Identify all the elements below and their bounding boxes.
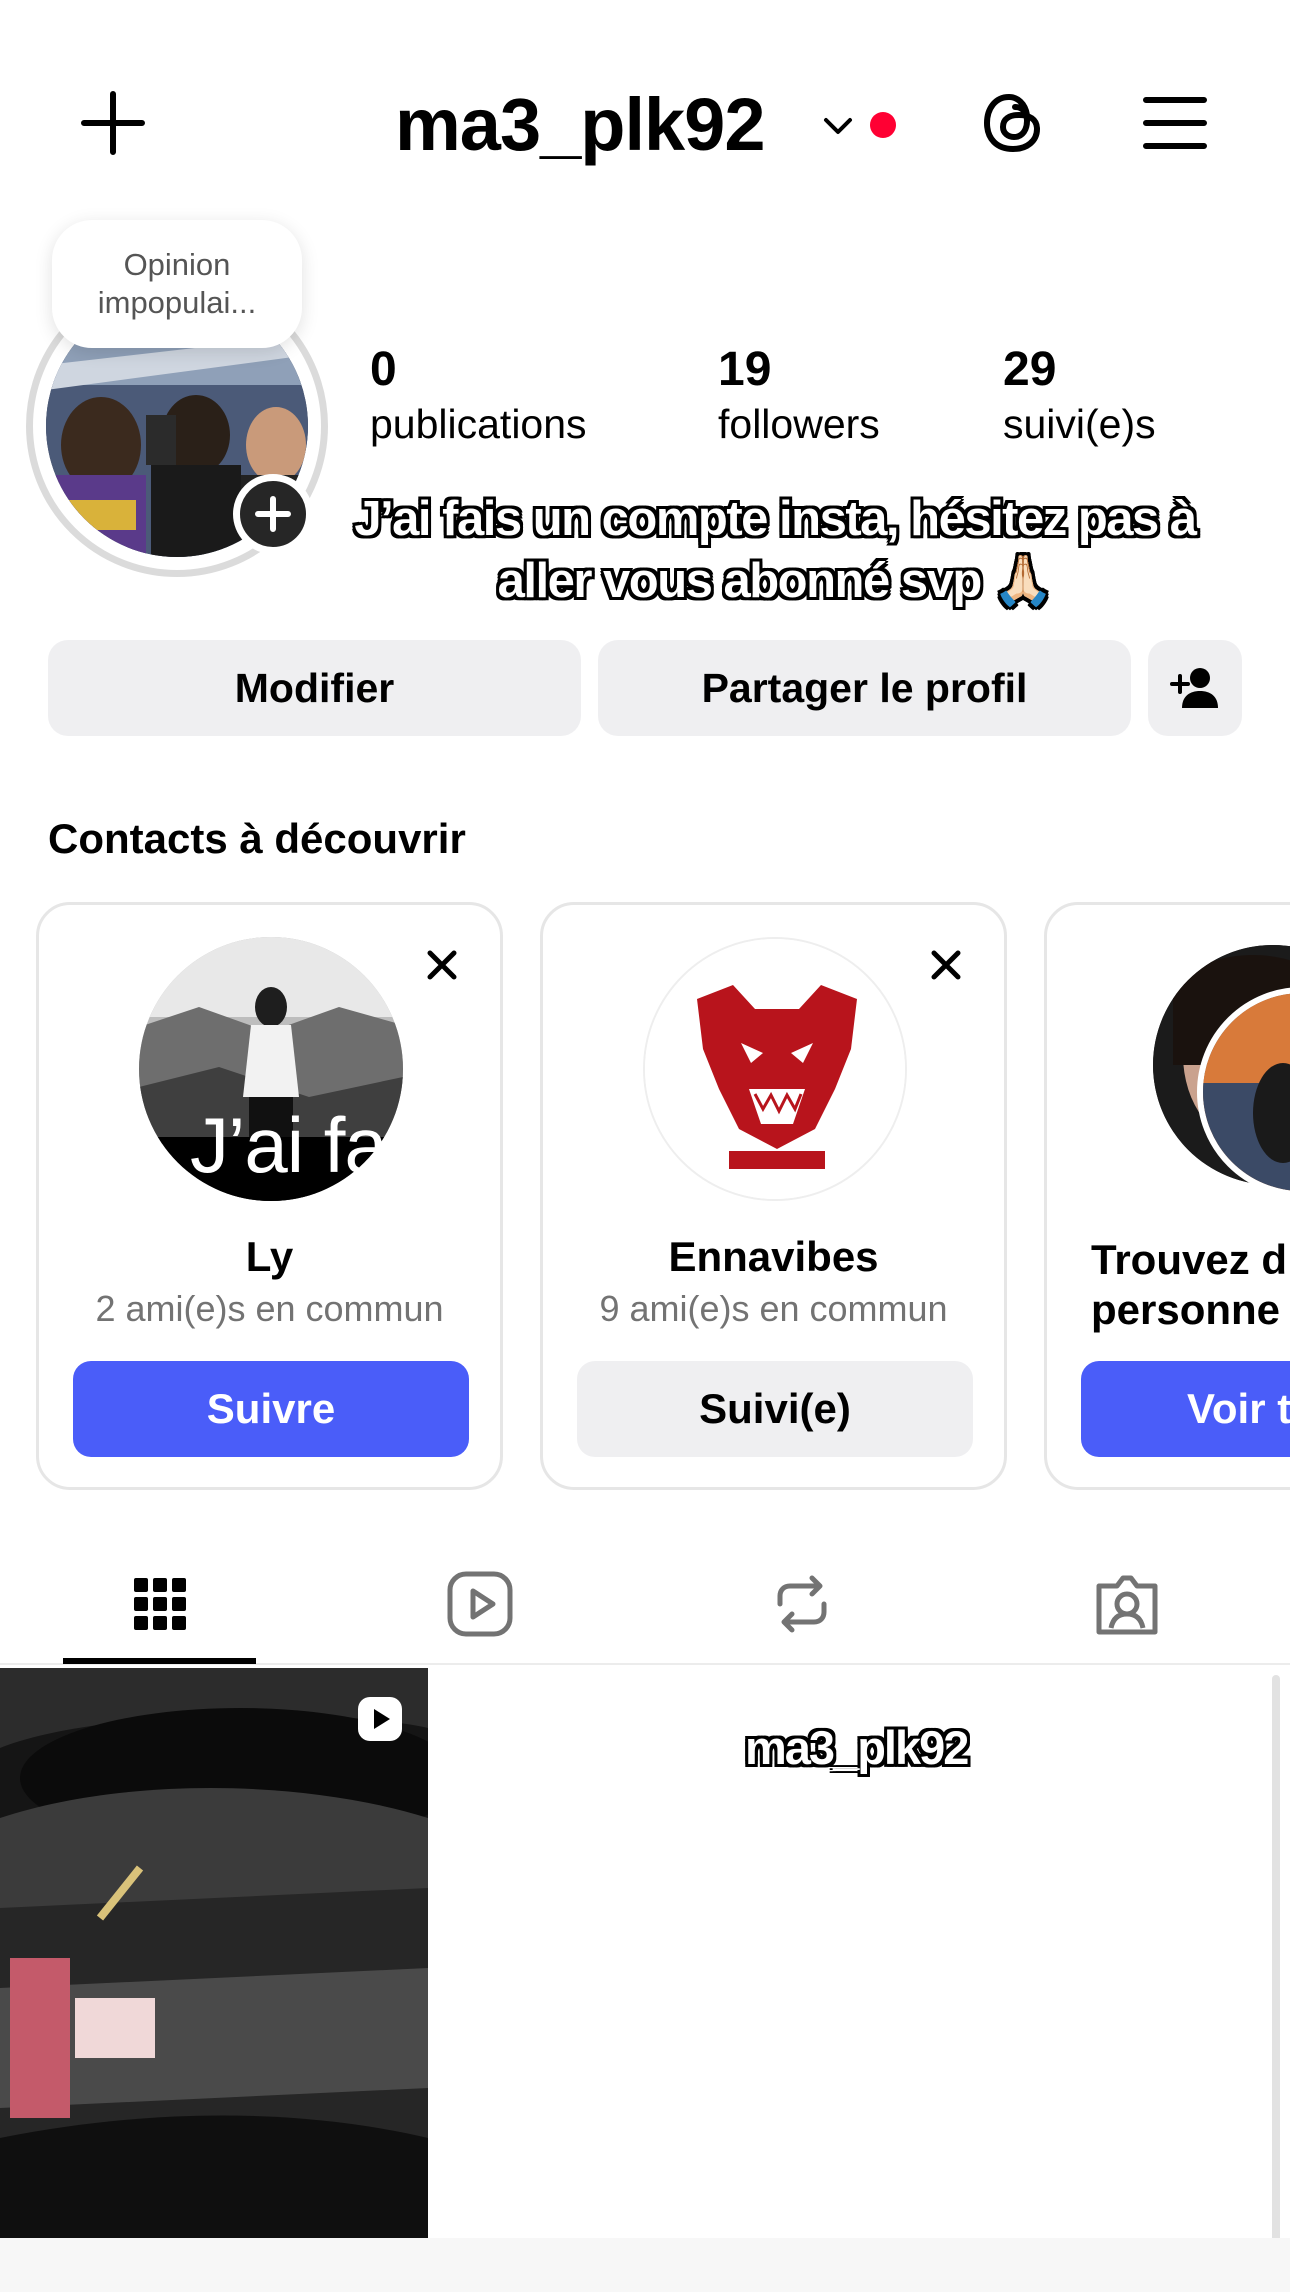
stat-followers[interactable]: 19 followers	[718, 342, 880, 450]
edit-profile-button[interactable]: Modifier	[48, 640, 581, 736]
followers-label: followers	[718, 401, 880, 447]
find-people-line2: personne	[1091, 1286, 1281, 1333]
find-people-line1: Trouvez d	[1091, 1236, 1288, 1283]
hamburger-menu-icon[interactable]	[1140, 90, 1210, 156]
add-user-icon	[1170, 668, 1218, 708]
close-icon[interactable]	[926, 945, 966, 985]
suggestion-mutual: 9 ami(e)s en commun	[599, 1288, 948, 1329]
followers-count: 19	[718, 343, 772, 396]
video-text-overlay: J’ai fa	[190, 1101, 388, 1189]
following-label: suivi(e)s	[1003, 401, 1156, 447]
suggestion-mutual: 2 ami(e)s en commun	[95, 1288, 444, 1329]
reels-icon[interactable]	[440, 1564, 520, 1644]
suggestion-card[interactable]: Ennavibes 9 ami(e)s en commun Suivi(e)	[540, 902, 1007, 1490]
note-text-line1: Opinion	[123, 247, 231, 282]
chevron-down-icon[interactable]	[820, 108, 856, 144]
post-thumbnail[interactable]	[0, 1668, 428, 2238]
posts-count: 0	[370, 343, 397, 396]
suggestion-card[interactable]: Ly 2 ami(e)s en commun Suivre	[36, 902, 503, 1490]
active-tab-indicator	[63, 1658, 256, 1664]
suggestion-avatar[interactable]	[643, 937, 907, 1201]
profile-username[interactable]: ma3_plk92	[395, 80, 765, 170]
video-caption-overlay: J’ai fais un compte insta, hésitez pas à…	[354, 492, 1197, 608]
stat-posts[interactable]: 0 publications	[370, 342, 587, 450]
note-text-line2: impopulai...	[97, 285, 257, 320]
reposts-icon[interactable]	[762, 1564, 842, 1644]
plus-icon[interactable]	[78, 88, 148, 158]
posts-label: publications	[370, 401, 587, 447]
find-people-card[interactable]: Trouvez d personne Voir t	[1044, 902, 1290, 1490]
share-profile-button[interactable]: Partager le profil	[598, 640, 1131, 736]
find-people-text: Trouvez d personne	[1091, 1235, 1287, 1335]
follow-button[interactable]: Suivre	[73, 1361, 469, 1457]
close-icon[interactable]	[422, 945, 462, 985]
notification-dot	[870, 112, 896, 138]
grid-username-overlay: ma3_plk92	[745, 1721, 969, 1774]
following-button[interactable]: Suivi(e)	[577, 1361, 973, 1457]
plus-icon	[255, 496, 291, 532]
bottom-strip	[0, 2238, 1290, 2292]
grid-icon[interactable]	[120, 1564, 200, 1644]
add-story-button[interactable]	[233, 474, 313, 554]
suggestion-name[interactable]: Ly	[39, 1230, 500, 1284]
suggestion-name[interactable]: Ennavibes	[543, 1230, 1004, 1284]
profile-tabs	[0, 1540, 1290, 1665]
see-all-button[interactable]: Voir t	[1081, 1361, 1290, 1457]
profile-header: ma3_plk92	[0, 60, 1290, 185]
tagged-icon[interactable]	[1087, 1564, 1167, 1644]
discover-people-button[interactable]	[1148, 640, 1242, 736]
reel-play-icon	[356, 1695, 404, 1743]
threads-icon[interactable]	[975, 85, 1051, 161]
following-count: 29	[1003, 343, 1057, 396]
suggestions-title: Contacts à découvrir	[48, 815, 466, 862]
note-bubble[interactable]: Opinion impopulai...	[52, 220, 302, 348]
stat-following[interactable]: 29 suivi(e)s	[1003, 342, 1156, 450]
scrollbar[interactable]	[1272, 1675, 1280, 2275]
